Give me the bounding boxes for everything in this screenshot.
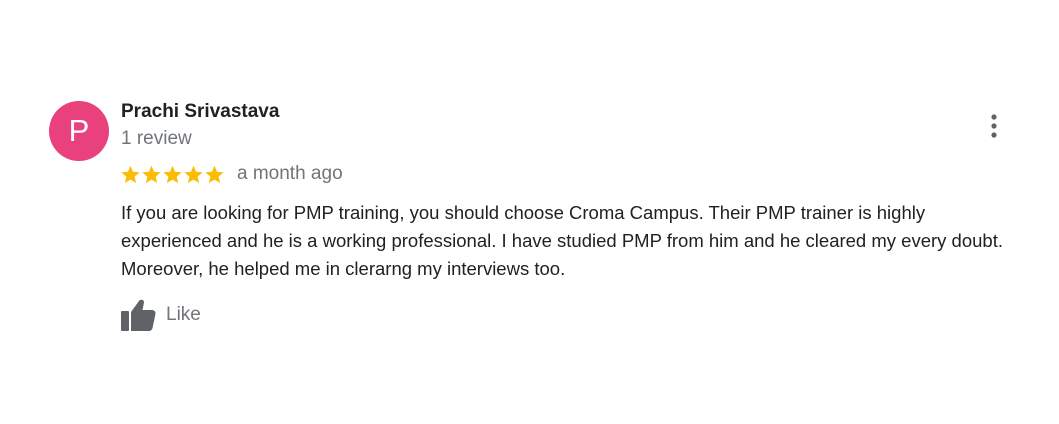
review-time: a month ago — [237, 163, 343, 184]
like-label: Like — [166, 304, 201, 325]
star-rating — [120, 164, 225, 185]
thumbs-up-icon — [121, 299, 156, 331]
reviewer-name[interactable]: Prachi Srivastava — [121, 101, 279, 123]
star-icon — [163, 165, 182, 183]
rating-row: a month ago — [120, 162, 343, 186]
avatar-letter: P — [68, 113, 90, 148]
more-vert-icon — [991, 114, 997, 138]
star-icon — [142, 165, 161, 183]
avatar[interactable]: P — [49, 101, 109, 161]
more-options-button[interactable] — [980, 112, 1008, 140]
review-text: If you are looking for PMP training, you… — [121, 202, 1003, 279]
star-icon — [184, 165, 203, 183]
star-icon — [205, 165, 224, 183]
like-button[interactable]: Like — [120, 298, 201, 332]
star-icon — [121, 165, 140, 183]
review-count: 1 review — [121, 128, 192, 149]
review-card: P Prachi Srivastava 1 review a month ago… — [0, 0, 1059, 424]
